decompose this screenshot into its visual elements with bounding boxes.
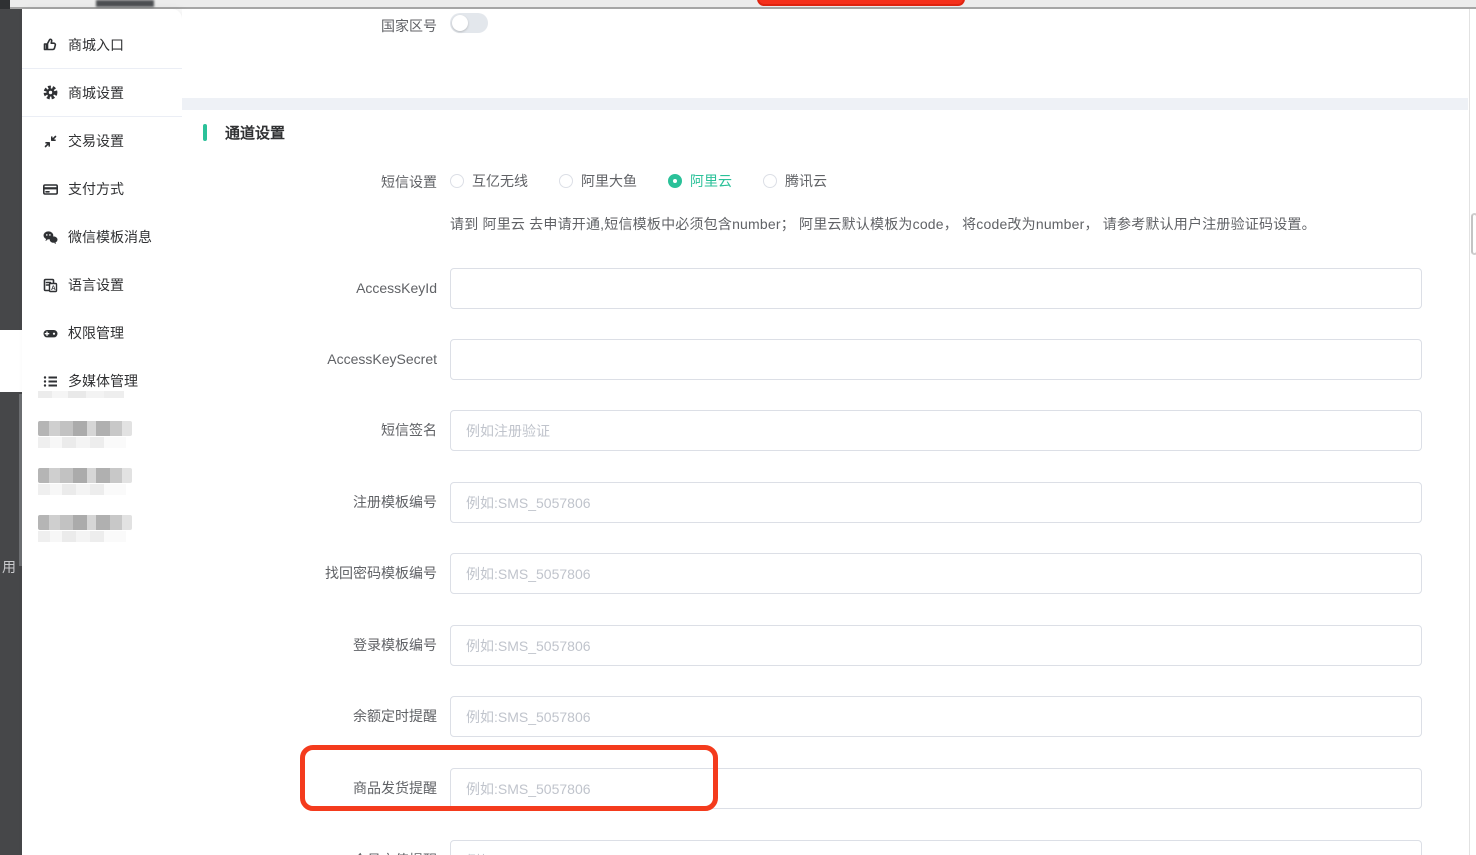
form-row-accesskeyid: AccessKeyId bbox=[182, 268, 1468, 309]
sidebar-item-language-settings[interactable]: A 语言设置 bbox=[22, 261, 182, 309]
balance-reminder-input[interactable] bbox=[450, 696, 1422, 737]
radio-huyi-wireless[interactable]: 互亿无线 bbox=[450, 171, 528, 191]
compress-arrows-icon bbox=[42, 133, 59, 150]
form-row-register-template: 注册模板编号 bbox=[182, 482, 1468, 523]
sidebar-item-label: 商城入口 bbox=[68, 35, 124, 55]
sms-helper-text: 请到 阿里云 去申请开通,短信模板中必须包含number； 阿里云默认模板为co… bbox=[450, 214, 1316, 234]
rail-gap bbox=[0, 330, 22, 392]
sidebar-item-label: 微信模板消息 bbox=[68, 227, 152, 247]
content-right-border bbox=[1469, 9, 1470, 855]
sidebar-item-mall-settings[interactable]: 商城设置 bbox=[22, 69, 182, 117]
form-row-recharge-reminder: 会员充值提醒 bbox=[182, 840, 1468, 855]
section-accent-bar bbox=[203, 124, 207, 141]
browser-chrome-strip bbox=[0, 0, 1476, 9]
accesskeysecret-input[interactable] bbox=[450, 339, 1422, 380]
radio-tencent-cloud[interactable]: 腾讯云 bbox=[763, 171, 827, 191]
register-template-input[interactable] bbox=[450, 482, 1422, 523]
form-row-sms-signature: 短信签名 bbox=[182, 410, 1468, 451]
form-row-login-template: 登录模板编号 bbox=[182, 625, 1468, 666]
list-icon bbox=[42, 373, 59, 390]
credit-card-icon bbox=[42, 181, 59, 198]
sidebar-item-wechat-template[interactable]: 微信模板消息 bbox=[22, 213, 182, 261]
sidebar-item-label: 多媒体管理 bbox=[68, 371, 138, 391]
form-row-accesskeysecret: AccessKeySecret bbox=[182, 339, 1468, 380]
form-row-password-recovery-template: 找回密码模板编号 bbox=[182, 553, 1468, 594]
radio-circle-icon bbox=[763, 174, 777, 188]
wechat-icon bbox=[42, 229, 59, 246]
sidebar-item-trade-settings[interactable]: 交易设置 bbox=[22, 117, 182, 165]
app-window: 用 商城入口 商城设置 交易设置 bbox=[0, 0, 1476, 855]
radio-selected-icon bbox=[668, 174, 682, 188]
svg-text:A: A bbox=[51, 285, 56, 292]
accesskeyid-input[interactable] bbox=[450, 268, 1422, 309]
password-recovery-template-input[interactable] bbox=[450, 553, 1422, 594]
sidebar-item-label: 支付方式 bbox=[68, 179, 124, 199]
rail-partial-text: 用 bbox=[2, 558, 16, 576]
login-template-input[interactable] bbox=[450, 625, 1422, 666]
sms-signature-input[interactable] bbox=[450, 410, 1422, 451]
settings-sidebar: 商城入口 商城设置 交易设置 支付方式 bbox=[22, 9, 182, 855]
sidebar-item-permission-management[interactable]: 权限管理 bbox=[22, 309, 182, 357]
redacted-red-banner bbox=[757, 0, 965, 6]
radio-circle-icon bbox=[559, 174, 573, 188]
toggle-knob bbox=[452, 15, 468, 31]
sidebar-item-label: 商城设置 bbox=[68, 83, 124, 103]
shipping-reminder-input[interactable] bbox=[450, 768, 1422, 809]
sms-settings-label: 短信设置 bbox=[200, 172, 437, 192]
language-icon: A bbox=[42, 277, 59, 294]
form-row-shipping-reminder: 商品发货提醒 bbox=[182, 768, 1468, 809]
sidebar-item-payment-methods[interactable]: 支付方式 bbox=[22, 165, 182, 213]
radio-ali-dayu[interactable]: 阿里大鱼 bbox=[559, 171, 637, 191]
radio-aliyun[interactable]: 阿里云 bbox=[668, 171, 732, 191]
sidebar-menu: 商城入口 商城设置 交易设置 支付方式 bbox=[22, 21, 182, 405]
sidebar-item-mall-entrance[interactable]: 商城入口 bbox=[22, 21, 182, 69]
redacted-subitem bbox=[38, 391, 124, 398]
pointer-hand-icon bbox=[42, 36, 59, 53]
sidebar-item-label: 交易设置 bbox=[68, 131, 124, 151]
sidebar-item-label: 权限管理 bbox=[68, 323, 124, 343]
redacted-sidebar-item[interactable] bbox=[38, 515, 132, 542]
radio-circle-icon bbox=[450, 174, 464, 188]
country-code-toggle[interactable] bbox=[450, 13, 488, 33]
gamepad-icon bbox=[42, 325, 59, 342]
redacted-sidebar-item[interactable] bbox=[38, 421, 132, 448]
redacted-sidebar-item[interactable] bbox=[38, 468, 132, 495]
collapsed-dark-rail: 用 bbox=[0, 9, 22, 855]
section-divider-band bbox=[182, 98, 1468, 110]
tab-title-fragment bbox=[96, 0, 154, 7]
sidebar-item-label: 语言设置 bbox=[68, 275, 124, 295]
form-row-balance-reminder: 余额定时提醒 bbox=[182, 696, 1468, 737]
gear-icon bbox=[42, 84, 59, 101]
page-scrollbar-thumb[interactable] bbox=[1471, 213, 1476, 255]
country-code-label: 国家区号 bbox=[200, 16, 437, 36]
settings-content: 国家区号 通道设置 短信设置 互亿无线 阿里大鱼 阿里云 bbox=[182, 9, 1468, 855]
sms-provider-radio-group: 短信设置 互亿无线 阿里大鱼 阿里云 腾讯云 bbox=[450, 171, 858, 191]
recharge-reminder-input[interactable] bbox=[450, 840, 1422, 855]
section-title: 通道设置 bbox=[225, 122, 285, 143]
